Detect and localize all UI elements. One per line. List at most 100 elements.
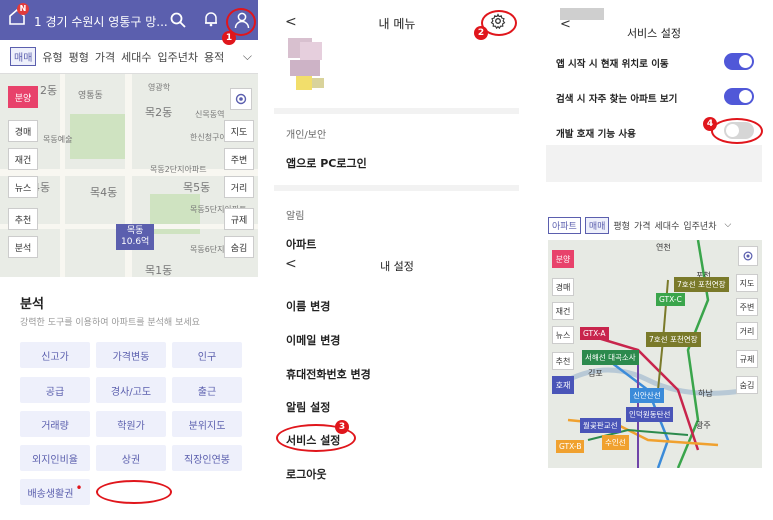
- line-label[interactable]: 월곶판교선: [580, 418, 621, 433]
- filter-price[interactable]: 가격: [95, 49, 115, 65]
- map-btn-regulation[interactable]: 규제: [736, 350, 758, 368]
- filter-year[interactable]: 입주년차: [683, 219, 716, 232]
- map-btn-map[interactable]: 지도: [736, 274, 758, 292]
- line-label[interactable]: GTX-A: [580, 327, 609, 340]
- map-btn-auction[interactable]: 경매: [8, 120, 38, 142]
- map-btn-recommend[interactable]: 추천: [552, 352, 574, 370]
- crosshair-icon: [235, 93, 247, 105]
- map-btn-news[interactable]: 뉴스: [8, 176, 38, 198]
- line-label[interactable]: 신안산선: [630, 388, 664, 403]
- toggle-frequent-apt[interactable]: [724, 88, 754, 105]
- filter-type[interactable]: 유형: [42, 49, 62, 65]
- option-label-development: 개발 호재 기능 사용: [556, 129, 636, 140]
- settings-item-notification[interactable]: 알림 설정: [286, 399, 330, 415]
- map-btn-nearby[interactable]: 주변: [224, 148, 254, 170]
- filter-size[interactable]: 평형: [613, 219, 630, 232]
- filter-households[interactable]: 세대수: [121, 49, 151, 65]
- analysis-btn-salary[interactable]: 직장인연봉: [172, 445, 242, 471]
- analysis-btn-delivery[interactable]: 배송생활권 •: [20, 479, 90, 505]
- avatar-block: [290, 60, 320, 76]
- chevron-down-icon[interactable]: ⌵: [243, 49, 252, 64]
- line-label[interactable]: 7호선 포천연장: [674, 277, 729, 292]
- filter-chip-apartment[interactable]: 아파트: [548, 216, 581, 234]
- menu-item-pc-login[interactable]: 앱으로 PC로그인: [286, 155, 367, 171]
- line-label[interactable]: 수인선: [602, 435, 629, 450]
- map-place: 하남: [698, 389, 713, 398]
- category-notification: 알림: [286, 211, 305, 222]
- map-btn-rebuild[interactable]: 재건: [552, 302, 574, 320]
- map-label: 목4동: [90, 186, 118, 199]
- map-btn-hide[interactable]: 숨김: [224, 236, 254, 258]
- map-btn-hide[interactable]: 숨김: [736, 376, 758, 394]
- map-btn-auction[interactable]: 경매: [552, 278, 574, 296]
- analysis-btn-commute[interactable]: 출근: [172, 377, 242, 403]
- my-location-button[interactable]: [738, 246, 758, 266]
- map-btn-news[interactable]: 뉴스: [552, 326, 574, 344]
- filter-far[interactable]: 용적: [204, 49, 224, 65]
- filter-year[interactable]: 입주년차: [158, 49, 198, 65]
- analysis-btn-price-change[interactable]: 가격변동: [96, 342, 166, 368]
- map-btn-nearby[interactable]: 주변: [736, 298, 758, 316]
- development-map[interactable]: 연천 포천 김포 하남 광주 7호선 포천연장 GTX-C GTX-A 7호선 …: [548, 240, 762, 468]
- filter-price[interactable]: 가격: [634, 219, 651, 232]
- chevron-down-icon[interactable]: ⌵: [725, 220, 732, 230]
- settings-item-name[interactable]: 이름 변경: [286, 298, 330, 314]
- map-btn-recommend[interactable]: 추천: [8, 208, 38, 230]
- analysis-btn-trade-volume[interactable]: 거래량: [20, 411, 90, 437]
- analysis-btn-slope[interactable]: 경사/고도: [96, 377, 166, 403]
- map-btn-regulation[interactable]: 규제: [224, 208, 254, 230]
- map-lines-layer: [548, 240, 762, 468]
- map-place: 김포: [588, 369, 603, 378]
- map-btn-distance[interactable]: 거리: [736, 322, 758, 340]
- analysis-btn-record-high[interactable]: 신고가: [20, 342, 90, 368]
- avatar-block: [296, 76, 312, 90]
- line-label[interactable]: GTX-B: [556, 440, 585, 453]
- analysis-btn-delivery-label: 배송생활권: [27, 488, 74, 500]
- map-view[interactable]: 2동 영통동 목2동 신목동역 영광학 한신청구아파트 목동예술 목동2단지아파…: [0, 74, 258, 277]
- app-logo[interactable]: N: [8, 3, 29, 27]
- map-park: [70, 114, 130, 159]
- menu-item-apartment[interactable]: 아파트: [286, 236, 316, 252]
- map-btn-analysis[interactable]: 분석: [8, 236, 38, 258]
- map-btn-map[interactable]: 지도: [224, 120, 254, 142]
- search-icon[interactable]: [170, 12, 186, 28]
- map-label: 목5동: [183, 181, 211, 194]
- map-btn-presale[interactable]: 분양: [8, 86, 38, 108]
- analysis-btn-academy[interactable]: 학원가: [96, 411, 166, 437]
- line-label[interactable]: 서해선 대곡소사: [582, 350, 639, 365]
- map-label: 목동예술: [43, 135, 73, 144]
- filter-chip-sale[interactable]: 매매: [10, 47, 37, 66]
- avatar-block: [312, 78, 324, 88]
- map-btn-distance[interactable]: 거리: [224, 176, 254, 198]
- analysis-btn-population[interactable]: 인구: [172, 342, 242, 368]
- price-pin[interactable]: 목동 10.6억: [116, 224, 155, 250]
- analysis-subtitle: 강력한 도구를 이용하여 아파트를 분석해 보세요: [20, 318, 200, 328]
- map-btn-rebuild[interactable]: 재건: [8, 148, 38, 170]
- filter-chip-sale[interactable]: 매매: [584, 216, 610, 234]
- my-location-button[interactable]: [230, 88, 252, 110]
- line-label[interactable]: 인덕원동탄선: [626, 407, 674, 422]
- settings-item-phone[interactable]: 휴대전화번호 변경: [286, 366, 371, 382]
- map-btn-presale[interactable]: 분양: [552, 250, 574, 268]
- line-label[interactable]: 7호선 포천연장: [646, 332, 701, 347]
- analysis-btn-outsider-ratio[interactable]: 외지인비율: [20, 445, 90, 471]
- location-text[interactable]: 1 경기 수원시 영통구 망...: [34, 13, 168, 30]
- avatar[interactable]: [286, 38, 326, 90]
- line-label[interactable]: GTX-C: [656, 293, 685, 306]
- bell-icon[interactable]: [203, 11, 219, 27]
- map-btn-development[interactable]: 호재: [552, 376, 574, 394]
- annotation-badge-3: 3: [335, 420, 349, 434]
- map-label: 목2동: [145, 106, 173, 119]
- analysis-btn-supply[interactable]: 공급: [20, 377, 90, 403]
- filter-households[interactable]: 세대수: [655, 219, 680, 232]
- analysis-btn-quantile-map[interactable]: 분위지도: [172, 411, 242, 437]
- settings-item-logout[interactable]: 로그아웃: [286, 466, 326, 482]
- avatar-block: [300, 42, 322, 60]
- filter-size[interactable]: 평형: [69, 49, 89, 65]
- map-place: 연천: [656, 243, 671, 252]
- analysis-btn-commercial[interactable]: 상권: [96, 445, 166, 471]
- toggle-start-location[interactable]: [724, 53, 754, 70]
- settings-item-email[interactable]: 이메일 변경: [286, 332, 340, 348]
- new-dot: •: [75, 481, 83, 495]
- map-label: 목동2단지아파트: [150, 165, 207, 174]
